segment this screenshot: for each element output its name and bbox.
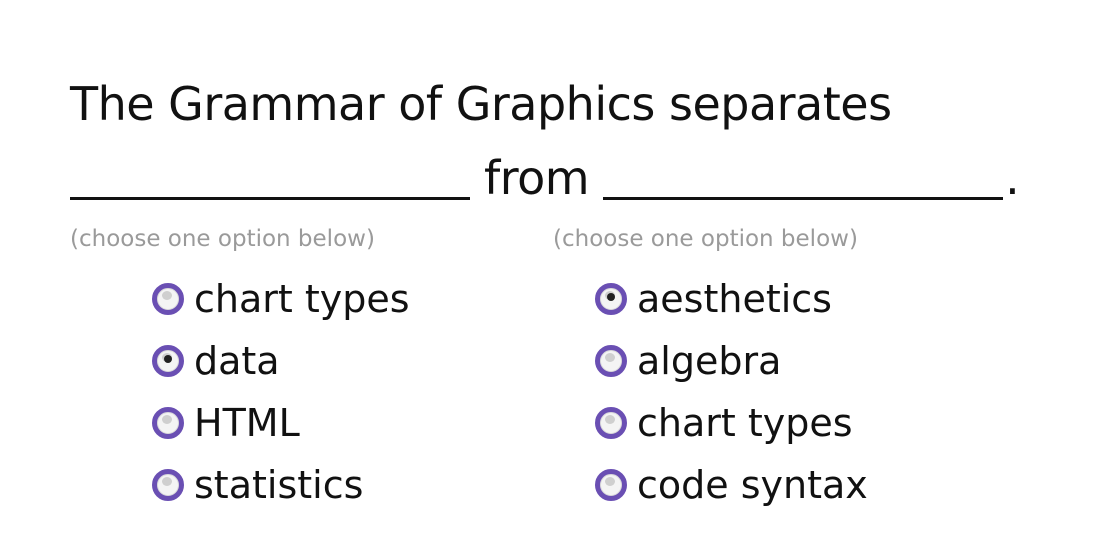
question-period: . bbox=[1005, 151, 1020, 205]
left-option-statistics[interactable]: statistics bbox=[152, 454, 410, 516]
radio-button[interactable] bbox=[595, 345, 627, 377]
radio-gloss bbox=[605, 477, 615, 486]
option-label[interactable]: chart types bbox=[637, 400, 853, 446]
option-label[interactable]: code syntax bbox=[637, 462, 868, 508]
radio-gloss bbox=[605, 353, 615, 362]
right-options-list: aesthetics algebra chart types code synt… bbox=[595, 268, 868, 516]
option-label[interactable]: algebra bbox=[637, 338, 781, 384]
right-hint: (choose one option below) bbox=[553, 226, 858, 252]
radio-button[interactable] bbox=[595, 469, 627, 501]
option-label[interactable]: statistics bbox=[194, 462, 363, 508]
blank-two bbox=[603, 159, 1004, 200]
radio-selected-dot bbox=[164, 355, 172, 363]
radio-button[interactable] bbox=[595, 407, 627, 439]
radio-button[interactable] bbox=[152, 407, 184, 439]
radio-selected-dot bbox=[607, 293, 615, 301]
left-option-data[interactable]: data bbox=[152, 330, 410, 392]
left-option-chart-types[interactable]: chart types bbox=[152, 268, 410, 330]
left-hint: (choose one option below) bbox=[70, 226, 375, 252]
radio-button[interactable] bbox=[152, 469, 184, 501]
left-option-html[interactable]: HTML bbox=[152, 392, 410, 454]
right-option-chart-types[interactable]: chart types bbox=[595, 392, 868, 454]
radio-button-selected[interactable] bbox=[152, 345, 184, 377]
right-option-group: (choose one option below) aesthetics alg… bbox=[553, 224, 868, 516]
question-text-line2: from. bbox=[70, 150, 1020, 206]
radio-button[interactable] bbox=[152, 283, 184, 315]
radio-gloss bbox=[605, 415, 615, 424]
right-option-aesthetics[interactable]: aesthetics bbox=[595, 268, 868, 330]
right-option-code-syntax[interactable]: code syntax bbox=[595, 454, 868, 516]
radio-button-selected[interactable] bbox=[595, 283, 627, 315]
option-label[interactable]: chart types bbox=[194, 276, 410, 322]
option-label[interactable]: data bbox=[194, 338, 280, 384]
right-option-algebra[interactable]: algebra bbox=[595, 330, 868, 392]
option-label[interactable]: aesthetics bbox=[637, 276, 832, 322]
left-options-list: chart types data HTML statistics bbox=[152, 268, 410, 516]
radio-gloss bbox=[162, 415, 172, 424]
question-text-line1: The Grammar of Graphics separates bbox=[70, 77, 892, 131]
from-word: from bbox=[484, 151, 590, 205]
option-label[interactable]: HTML bbox=[194, 400, 300, 446]
blank-one bbox=[70, 159, 470, 200]
quiz-question: The Grammar of Graphics separates from. … bbox=[0, 0, 1093, 553]
left-option-group: (choose one option below) chart types da… bbox=[70, 224, 410, 516]
radio-gloss bbox=[162, 477, 172, 486]
radio-gloss bbox=[162, 291, 172, 300]
